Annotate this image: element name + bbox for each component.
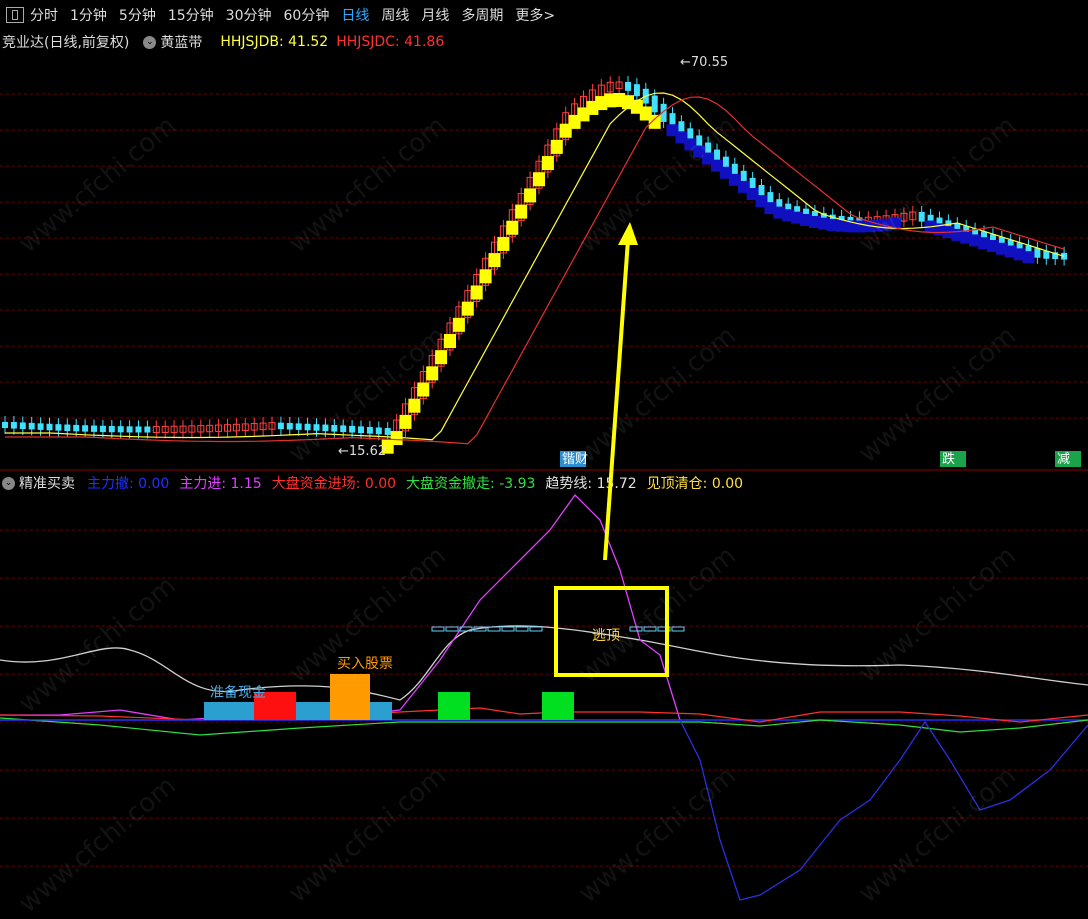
candle-body xyxy=(46,423,53,431)
candle-body xyxy=(37,423,44,430)
top-signal-block xyxy=(445,626,459,632)
top-signal-block xyxy=(431,626,445,632)
yellow-band-block xyxy=(648,114,661,129)
ma-red-line xyxy=(5,96,1065,445)
escape-top-label: 逃顶 xyxy=(592,628,620,644)
yellow-band-block xyxy=(488,253,501,268)
candle-body xyxy=(633,84,640,97)
top-signal-block xyxy=(501,626,515,632)
yellow-band-block xyxy=(497,236,510,251)
candle-body xyxy=(651,95,658,113)
candle-body xyxy=(331,425,338,432)
prepare-cash-label: 准备现金 xyxy=(210,684,266,701)
main-withdraw-line xyxy=(0,719,1088,901)
yellow-band-block xyxy=(506,220,519,235)
candle-body xyxy=(91,425,97,432)
candle-body xyxy=(2,422,8,428)
candle-body xyxy=(304,423,311,431)
candle-body xyxy=(286,423,293,430)
signal-bar xyxy=(296,702,330,720)
yellow-band-block xyxy=(399,414,412,429)
candle-body xyxy=(99,425,106,433)
candle-body xyxy=(340,425,347,433)
yellow-band-block xyxy=(533,172,545,187)
candle-body xyxy=(73,424,80,432)
yellow-band-block xyxy=(479,269,492,284)
candle-body xyxy=(108,426,115,433)
candle-body xyxy=(375,427,382,435)
candle-body xyxy=(19,422,26,430)
candle-body xyxy=(64,424,71,432)
yellow-band-block xyxy=(470,285,483,300)
yellow-band-block xyxy=(452,317,465,332)
candle-body xyxy=(358,426,364,434)
candle-body xyxy=(82,425,89,432)
yellow-band-block xyxy=(408,398,421,413)
yellow-band-block xyxy=(417,382,430,397)
trend-line xyxy=(0,625,1088,701)
signal-bar xyxy=(204,702,256,720)
candle-body xyxy=(126,426,133,433)
top-signal-block xyxy=(671,626,685,632)
signal-marker-text: 锴财 xyxy=(562,452,588,467)
ma-yellow-line xyxy=(5,92,1065,441)
candle-body xyxy=(144,426,151,433)
yellow-band-block xyxy=(426,366,439,381)
arrow-head xyxy=(618,222,638,245)
signal-bar xyxy=(438,692,470,720)
candle-body xyxy=(10,422,17,429)
candle-body xyxy=(313,424,320,431)
top-signal-block xyxy=(529,626,543,632)
candle-body xyxy=(918,212,925,222)
candle-body xyxy=(384,428,391,435)
candle-body xyxy=(366,426,373,434)
yellow-band-block xyxy=(550,139,563,154)
yellow-band-block xyxy=(541,156,554,171)
candle-body xyxy=(625,82,631,91)
high-price-label: ←70.55 xyxy=(680,55,728,70)
yellow-band-block xyxy=(524,188,537,203)
candle-body xyxy=(295,423,302,430)
candle-body xyxy=(1034,248,1041,258)
yellow-band-block xyxy=(435,350,448,365)
top-signal-block xyxy=(643,626,657,632)
chart-canvas[interactable]: ←70.55 ←15.62 锴财 跌 减准备现金 买入股票 逃顶 xyxy=(0,0,1088,911)
candle-body xyxy=(349,425,356,433)
signal-bar xyxy=(542,692,574,720)
low-price-label: ←15.62 xyxy=(338,444,386,459)
candle-body xyxy=(322,424,329,432)
candle-body xyxy=(135,426,142,433)
signal-marker-text: 减 xyxy=(1057,452,1070,467)
candle-body xyxy=(28,422,35,430)
candle-body xyxy=(55,424,62,431)
candle-body xyxy=(117,426,124,433)
arrow-shaft xyxy=(603,239,630,561)
signal-bar xyxy=(370,702,392,720)
signal-marker-text: 跌 xyxy=(942,451,955,467)
yellow-band-block xyxy=(444,334,456,348)
yellow-band-block xyxy=(515,204,528,219)
yellow-band-block xyxy=(461,301,474,316)
buy-stock-label: 买入股票 xyxy=(337,656,393,672)
blue-band-block xyxy=(1022,251,1035,264)
signal-bar xyxy=(330,674,370,720)
top-signal-block xyxy=(515,626,529,632)
candle-body xyxy=(277,422,284,430)
